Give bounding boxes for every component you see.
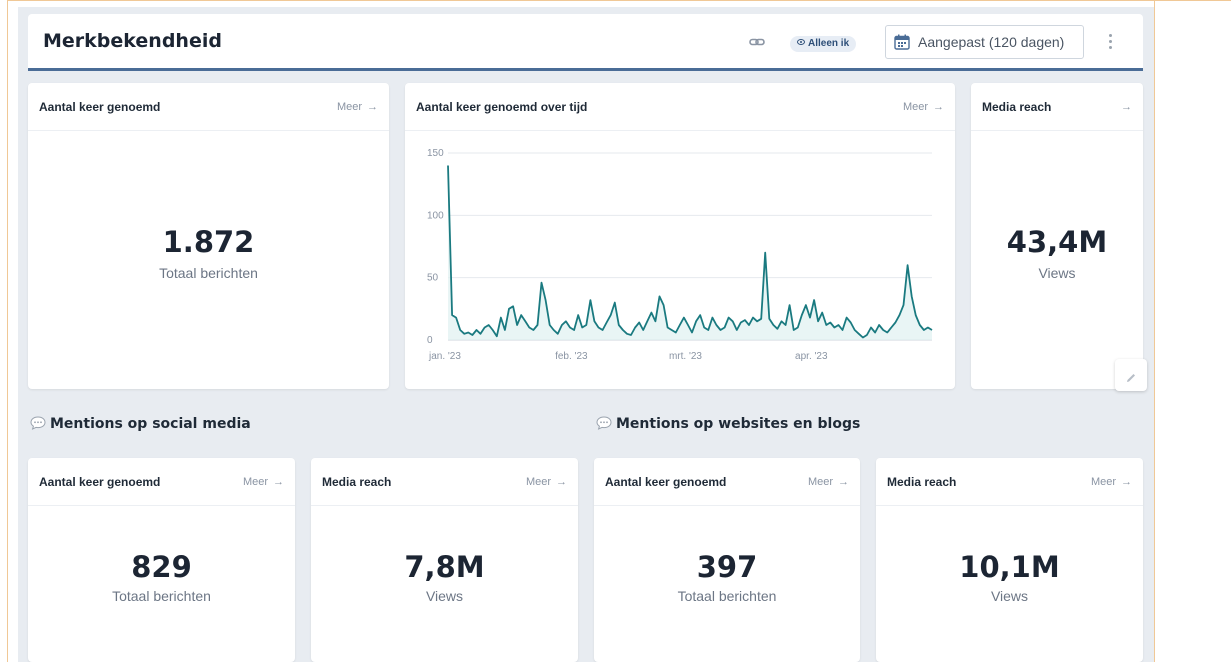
arrow-right-icon: → bbox=[838, 476, 849, 488]
card-header: Media reach Meer → bbox=[876, 458, 1143, 506]
more-label: Meer bbox=[1090, 476, 1116, 488]
mentions-value: 1.872 bbox=[162, 225, 255, 259]
arrow-right-icon: → bbox=[1121, 476, 1132, 488]
social-mentions-value: 829 bbox=[131, 550, 192, 584]
card-title: Media reach bbox=[887, 475, 957, 489]
more-label: Meer bbox=[807, 476, 833, 488]
x-tick-label: jan. '23 bbox=[428, 351, 461, 362]
arrow-right-icon: → bbox=[556, 476, 567, 488]
card-header: Media reach Meer → bbox=[311, 458, 578, 506]
reach-value: 43,4M bbox=[1006, 225, 1108, 259]
page-title: Merkbekendheid bbox=[43, 30, 222, 52]
arrow-right-icon[interactable]: → bbox=[1121, 101, 1132, 113]
y-tick-label: 100 bbox=[427, 210, 444, 221]
section-title-text: Mentions op websites en blogs bbox=[616, 416, 861, 432]
dashboard-header: Merkbekendheid Alleen ik Aangepast (120 … bbox=[28, 14, 1143, 71]
web-reach-unit: Views bbox=[990, 588, 1029, 604]
edit-button[interactable] bbox=[1115, 359, 1147, 391]
x-tick-label: apr. '23 bbox=[795, 351, 828, 362]
y-tick-label: 150 bbox=[427, 148, 444, 159]
more-link[interactable]: Meer → bbox=[1091, 476, 1132, 488]
frame-divider bbox=[1154, 0, 1155, 662]
more-label: Meer bbox=[336, 101, 362, 113]
card-title: Aantal keer genoemd over tijd bbox=[416, 100, 588, 114]
card-mentions-over-time: Aantal keer genoemd over tijd Meer → 0 50 1… bbox=[405, 83, 955, 389]
date-range-button[interactable]: Aangepast (120 dagen) bbox=[885, 25, 1084, 59]
eye-icon bbox=[797, 36, 805, 52]
series-area bbox=[448, 165, 932, 340]
date-range-label: Aangepast (120 dagen) bbox=[918, 34, 1065, 50]
card-header: Media reach → bbox=[971, 83, 1143, 131]
visibility-label: Alleen ik bbox=[808, 38, 850, 49]
card-header: Aantal keer genoemd Meer → bbox=[594, 458, 860, 506]
section-title-text: Mentions op social media bbox=[50, 416, 251, 432]
card-mentions-total: Aantal keer genoemd Meer → 1.872 Totaal b… bbox=[28, 83, 389, 389]
more-label: Meer bbox=[902, 101, 928, 113]
card-header: Aantal keer genoemd over tijd Meer → bbox=[405, 83, 955, 131]
card-web-reach: Media reach Meer → 10,1M Views bbox=[876, 458, 1143, 662]
card-header: Aantal keer genoemd Meer → bbox=[28, 83, 389, 131]
section-title-social: Mentions op social media bbox=[30, 415, 251, 435]
visibility-badge[interactable]: Alleen ik bbox=[790, 36, 857, 52]
card-web-mentions: Aantal keer genoemd Meer → 397 Totaal ber… bbox=[594, 458, 860, 662]
mentions-line-chart: 0 50 100 150 jan. '23 feb. '23 mrt. '23 apr. '2… bbox=[427, 148, 933, 362]
y-tick-label: 50 bbox=[427, 273, 439, 284]
section-title-web: Mentions op websites en blogs bbox=[596, 415, 860, 435]
calendar-icon bbox=[894, 34, 910, 50]
chat-bubble-icon bbox=[596, 415, 612, 435]
arrow-right-icon: → bbox=[933, 101, 944, 113]
card-title: Aantal keer genoemd bbox=[39, 475, 161, 489]
social-reach-value: 7,8M bbox=[404, 550, 485, 584]
more-link[interactable]: Meer → bbox=[526, 476, 567, 488]
arrow-right-icon: → bbox=[273, 476, 284, 488]
reach-unit: Views bbox=[1038, 265, 1076, 281]
web-mentions-value: 397 bbox=[696, 550, 758, 584]
more-link[interactable]: Meer → bbox=[903, 101, 944, 113]
web-mentions-unit: Totaal berichten bbox=[677, 588, 777, 604]
kebab-menu-icon[interactable] bbox=[1107, 34, 1113, 52]
link-icon[interactable] bbox=[748, 33, 766, 51]
web-reach-value: 10,1M bbox=[959, 550, 1060, 584]
chat-bubble-icon bbox=[30, 415, 46, 435]
mentions-unit: Totaal berichten bbox=[159, 265, 258, 281]
card-header: Aantal keer genoemd Meer → bbox=[28, 458, 295, 506]
card-title: Media reach bbox=[322, 475, 392, 489]
social-reach-unit: Views bbox=[425, 588, 464, 604]
card-social-mentions: Aantal keer genoemd Meer → 829 Totaal ber… bbox=[28, 458, 295, 662]
x-tick-label: mrt. '23 bbox=[669, 351, 702, 362]
x-tick-label: feb. '23 bbox=[555, 351, 588, 362]
social-mentions-unit: Totaal berichten bbox=[112, 588, 211, 604]
arrow-right-icon: → bbox=[367, 101, 378, 113]
card-social-reach: Media reach Meer → 7,8M Views bbox=[311, 458, 578, 662]
card-title: Media reach bbox=[982, 100, 1052, 114]
more-label: Meer bbox=[242, 476, 268, 488]
card-title: Aantal keer genoemd bbox=[39, 100, 161, 114]
y-tick-label: 0 bbox=[427, 335, 433, 346]
card-media-reach: Media reach → 43,4M Views bbox=[971, 83, 1143, 389]
series-line bbox=[447, 165, 933, 339]
more-link[interactable]: Meer → bbox=[808, 476, 849, 488]
pencil-icon bbox=[1125, 369, 1137, 388]
card-title: Aantal keer genoemd bbox=[605, 475, 727, 489]
more-label: Meer bbox=[525, 476, 551, 488]
more-link[interactable]: Meer → bbox=[243, 476, 284, 488]
more-link[interactable]: Meer → bbox=[337, 101, 378, 113]
